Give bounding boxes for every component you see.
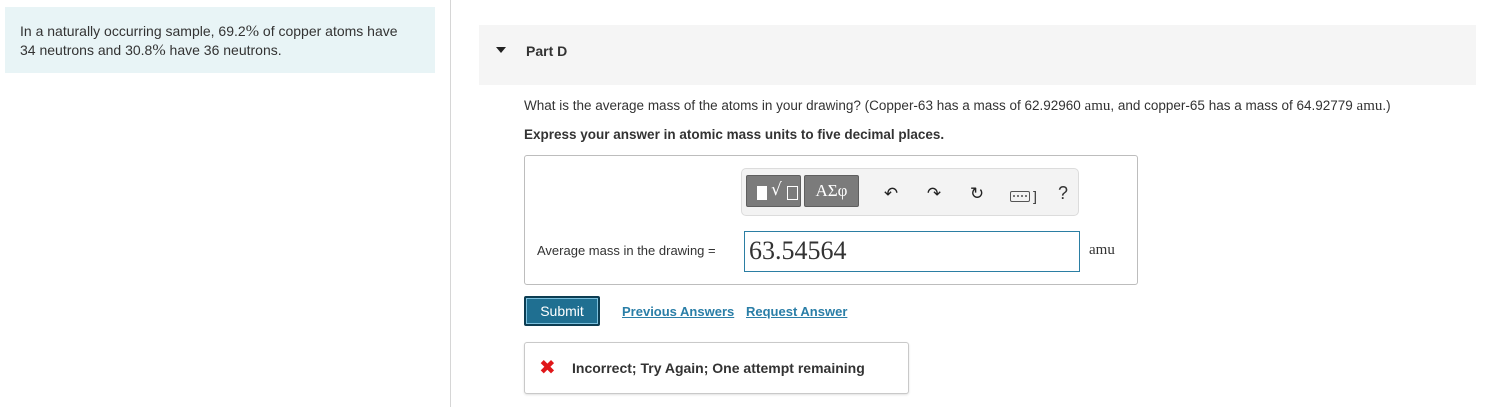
submit-button[interactable]: Submit: [524, 296, 600, 326]
template-square-outline-icon: [787, 186, 798, 200]
feedback-box: ✖ Incorrect; Try Again; One attempt rema…: [524, 342, 909, 394]
answer-unit: amu: [1089, 242, 1115, 258]
context-text: have 36 neutrons.: [165, 42, 282, 58]
answer-box: √ ΑΣφ ↶ ↷ ↻ ] ? Average mass in the draw…: [524, 155, 1138, 285]
keyboard-shortcut-bracket: ]: [1033, 188, 1037, 204]
unit-label: amu: [1356, 98, 1383, 114]
greek-symbols-button[interactable]: ΑΣφ: [804, 175, 859, 207]
percent-symbol: %: [245, 23, 260, 40]
x-icon: ✖: [539, 355, 556, 379]
redo-icon[interactable]: ↷: [923, 183, 945, 205]
templates-button[interactable]: √: [746, 175, 801, 207]
reset-icon[interactable]: ↻: [966, 183, 988, 205]
math-toolbar: √ ΑΣφ ↶ ↷ ↻ ] ?: [741, 168, 1079, 216]
question-segment: .): [1382, 98, 1391, 113]
question-segment: What is the average mass of the atoms in…: [524, 98, 1085, 113]
answer-instruction: Express your answer in atomic mass units…: [524, 127, 945, 142]
radical-icon: √: [771, 180, 782, 200]
problem-context: In a naturally occurring sample, 69.2% o…: [5, 7, 435, 73]
question-segment: , and copper-65 has a mass of 64.92779: [1110, 98, 1357, 113]
previous-answers-link[interactable]: Previous Answers: [622, 304, 734, 319]
keyboard-icon[interactable]: [1010, 191, 1030, 202]
percent-symbol: %: [152, 42, 166, 59]
feedback-message: Incorrect; Try Again; One attempt remain…: [572, 360, 865, 376]
undo-icon[interactable]: ↶: [880, 183, 902, 205]
context-text: In a naturally occurring sample, 69.2: [20, 23, 246, 39]
part-header[interactable]: Part D: [479, 25, 1476, 85]
answer-input[interactable]: 63.54564: [744, 231, 1080, 272]
help-button[interactable]: ?: [1058, 183, 1068, 204]
column-divider: [450, 0, 451, 407]
context-text: 34 neutrons and 30.8: [20, 42, 153, 58]
context-text: of copper atoms have: [259, 23, 398, 39]
answer-label: Average mass in the drawing =: [537, 243, 716, 258]
part-title: Part D: [526, 43, 568, 59]
request-answer-link[interactable]: Request Answer: [746, 304, 847, 319]
template-square-icon: [757, 186, 767, 200]
unit-label: amu: [1084, 98, 1111, 114]
question-text: What is the average mass of the atoms in…: [524, 98, 1391, 115]
caret-down-icon[interactable]: [496, 47, 506, 53]
